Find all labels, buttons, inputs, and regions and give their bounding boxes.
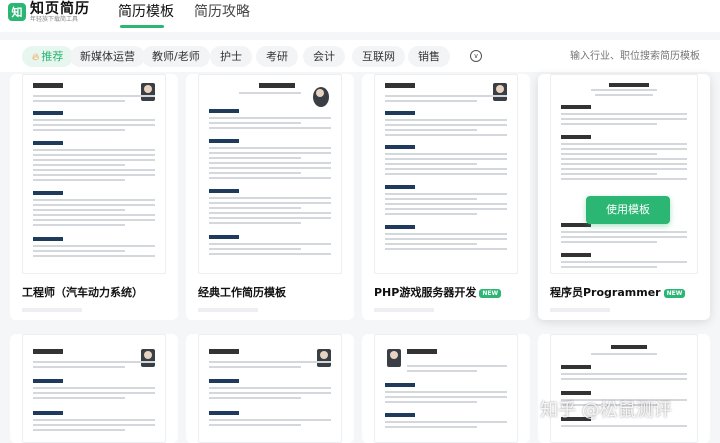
template-card-hovered[interactable]: 使用模板 程序员Programmer NEW [538,74,710,320]
template-card[interactable] [538,334,710,443]
chevron-down-icon[interactable]: ∨ [470,50,482,62]
new-badge: NEW [479,288,502,298]
site-logo[interactable]: 知 知页简历 年轻族下载简工具 [8,0,90,24]
template-preview [374,334,518,443]
category-teacher[interactable]: 教师/老师 [142,46,210,67]
fire-icon: 🔥︎ [32,52,40,63]
logo-name: 知页简历 [30,0,90,17]
template-card[interactable]: 工程师（汽车动力系统） [10,74,178,320]
template-preview [22,74,166,274]
category-accounting[interactable]: 会计 [303,46,345,67]
top-header: 知 知页简历 年轻族下载简工具 简历模板 简历攻略 [0,0,720,32]
template-card[interactable] [186,334,354,443]
category-internet[interactable]: 互联网 [352,46,405,67]
use-template-button[interactable]: 使用模板 [586,196,670,224]
nav-resume-guides[interactable]: 简历攻略 [194,0,250,30]
category-sales[interactable]: 销售 [408,46,450,67]
logo-icon: 知 [8,3,26,21]
category-new-media[interactable]: 新媒体运营 [70,46,145,67]
nav-resume-templates[interactable]: 简历模板 [118,0,174,30]
template-title: 程序员Programmer NEW [550,284,686,300]
logo-slogan: 年轻族下载简工具 [30,15,79,23]
category-bar: 🔥︎ 推荐 新媒体运营 教师/老师 护士 考研 会计 互联网 销售 ∨ [0,40,720,72]
template-title: 工程师（汽车动力系统） [22,286,143,299]
new-badge: NEW [663,288,686,298]
zhihu-watermark: 知乎 @松鼠测评 [540,400,672,421]
template-preview [198,74,342,274]
template-preview [374,74,518,274]
template-preview [550,74,698,274]
template-card[interactable] [10,334,178,443]
category-recommend[interactable]: 🔥︎ 推荐 [22,46,74,67]
template-preview [22,334,166,443]
template-title: 经典工作简历模板 [198,286,286,299]
template-card[interactable] [362,334,530,443]
category-nurse[interactable]: 护士 [210,46,252,67]
active-nav-underline [120,25,164,28]
template-title: PHP游戏服务器开发 NEW [374,284,502,300]
template-card[interactable]: 经典工作简历模板 [186,74,354,320]
search-input[interactable] [562,46,720,67]
category-postgrad[interactable]: 考研 [256,46,298,67]
template-preview [198,334,342,443]
template-preview [550,334,698,443]
template-card[interactable]: PHP游戏服务器开发 NEW [362,74,530,320]
